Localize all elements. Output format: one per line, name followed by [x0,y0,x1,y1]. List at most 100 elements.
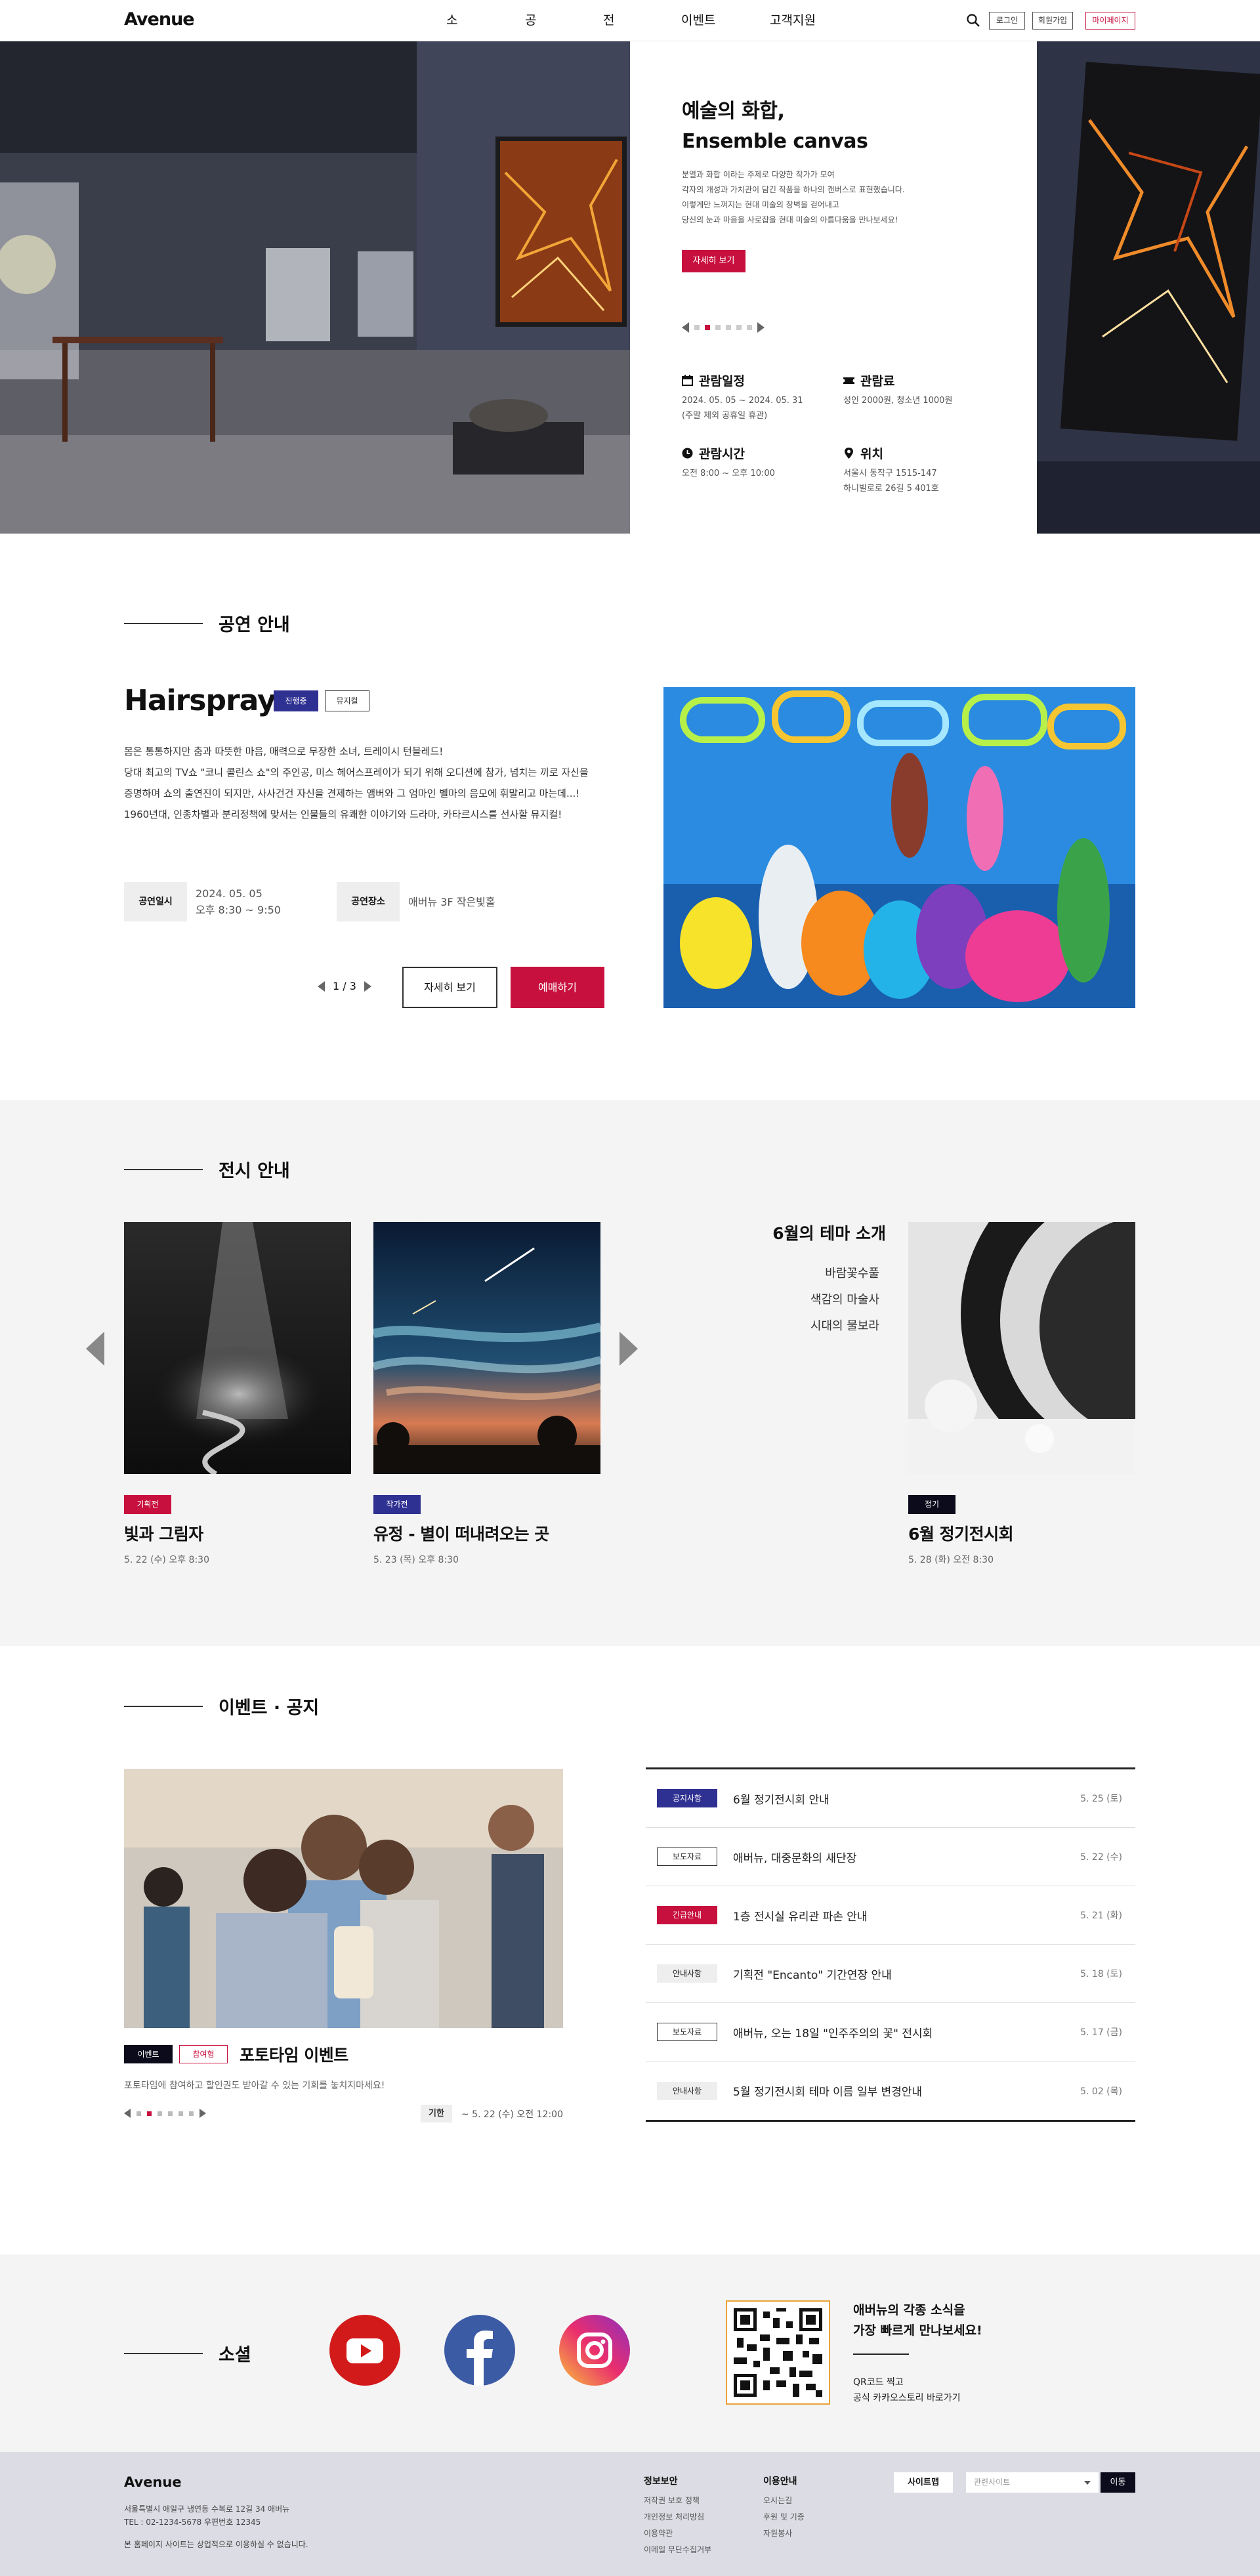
info-hours-text: 오전 8:00 ~ 오후 10:00 [682,469,775,478]
login-button[interactable]: 로그인 [989,12,1025,30]
notice-title[interactable]: 애버뉴, 오는 18일 "인주주의의 꽃" 전시회 [733,2024,933,2040]
qr-subtitle: QR코드 찍고 공식 카카오스토리 바로가기 [853,2377,961,2403]
event-dot-active[interactable] [147,2111,152,2116]
exhibition-card[interactable]: 정기 6월 정기전시회 5. 28 (화) 오전 8:30 [908,1222,1135,1566]
desc-line: 1960년대, 인종차별과 분리정책에 맞서는 인물들의 유쾌한 이야기와 드라… [124,809,562,820]
performance-next-icon[interactable] [364,981,371,992]
hero-detail-button[interactable]: 자세히 보기 [682,250,746,272]
notice-tag: 공지사항 [657,1789,717,1807]
place-value: 애버뉴 3F 작은빛홀 [408,895,495,908]
notice-row[interactable]: 안내사항 5월 정기전시회 테마 이름 일부 변경안내 5. 02 (목) [646,2061,1135,2120]
site-logo[interactable]: Avenue [124,9,195,30]
notice-row[interactable]: 공지사항 6월 정기전시회 안내 5. 25 (토) [646,1769,1135,1828]
hero-next-icon[interactable] [757,322,765,333]
theme-item[interactable]: 바람꽃수풀 [810,1261,879,1287]
footer-logo[interactable]: Avenue [124,2474,182,2490]
notice-tag: 보도자료 [657,2023,717,2041]
exhibition-next-icon[interactable] [620,1332,638,1366]
exhibition-date: 5. 22 (수) 오후 8:30 [124,1555,209,1565]
facebook-icon[interactable] [444,2315,515,2386]
date-value: 2024. 05. 05 오후 8:30 ~ 9:50 [196,887,281,916]
performance-section-title: 공연 안내 [219,615,290,635]
footer-link[interactable]: 자원봉사 [763,2525,805,2542]
event-image[interactable] [124,1769,563,2028]
desc-line: 당대 최고의 TV쇼 "코니 콜린스 쇼"의 주인공, 미스 헤어스프레이가 되… [124,767,589,778]
hero-title-line2: Ensemble canvas [682,130,868,153]
footer-link[interactable]: 이용약관 [644,2525,711,2542]
notice-tag: 긴급안내 [657,1906,717,1924]
performance-tags: 진행중 뮤지컬 [274,690,369,711]
exhibition-prev-icon[interactable] [86,1332,104,1366]
kakaostory-qr-code[interactable] [726,2300,830,2405]
footer-link[interactable]: 오시는길 [763,2493,805,2509]
reserve-button[interactable]: 예매하기 [511,967,604,1008]
deadline-value: ~ 5. 22 (수) 오전 12:00 [461,2109,563,2120]
social-section-title: 소셜 [219,2345,251,2365]
search-icon[interactable] [966,13,980,28]
heading-line [124,2352,203,2354]
performance-title[interactable]: Hairspray [124,684,276,717]
hero-dot[interactable] [726,325,731,330]
hero-dot[interactable] [715,325,721,330]
notice-tag: 안내사항 [657,1964,717,1983]
sitemap-button[interactable]: 사이트맵 [894,2472,953,2493]
theme-item[interactable]: 시대의 물보라 [810,1313,879,1340]
go-button[interactable]: 이동 [1101,2472,1135,2493]
footer-link[interactable]: 저작권 보호 정책 [644,2493,711,2509]
notice-title[interactable]: 1층 전시실 유리관 파손 안내 [733,1907,867,1924]
notice-tag: 안내사항 [657,2081,717,2100]
performance-detail-button[interactable]: 자세히 보기 [402,967,497,1008]
notice-row[interactable]: 보도자료 애버뉴, 대중문화의 새단장 5. 22 (수) [646,1828,1135,1886]
location-pin-icon [845,448,853,459]
notice-title[interactable]: 5월 정기전시회 테마 이름 일부 변경안내 [733,2082,922,2099]
hero-dot[interactable] [694,325,700,330]
notice-title[interactable]: 애버뉴, 대중문화의 새단장 [733,1849,856,1865]
event-dot[interactable] [189,2111,194,2116]
notice-row[interactable]: 보도자료 애버뉴, 오는 18일 "인주주의의 꽃" 전시회 5. 17 (금) [646,2003,1135,2061]
event-dot[interactable] [168,2111,173,2116]
hero-title-line1: 예술의 화합, [682,100,785,123]
nav-support[interactable]: 고객지원 [770,0,822,41]
events-section-heading: 이벤트 · 공지 [124,1693,319,1719]
info-schedule-title: 관람일정 [699,374,745,389]
desc-line: 몸은 통통하지만 춤과 따뜻한 마음, 매력으로 무장한 소녀, 트레이시 턴블… [124,746,444,757]
instagram-icon[interactable] [559,2315,630,2386]
notice-date: 5. 21 (화) [1080,1911,1122,1921]
notice-date: 5. 17 (금) [1080,2027,1122,2038]
event-dot[interactable] [178,2111,183,2116]
mypage-button[interactable]: 마이페이지 [1085,12,1135,30]
footer-link[interactable]: 이메일 무단수집거부 [644,2542,711,2558]
performance-prev-icon[interactable] [318,981,325,992]
exhibition-date: 5. 28 (화) 오전 8:30 [908,1555,994,1565]
event-prev-icon[interactable] [124,2109,131,2118]
notice-title[interactable]: 6월 정기전시회 안내 [733,1790,830,1807]
qr-divider [853,2354,909,2355]
notice-title[interactable]: 기획전 "Encanto" 기간연장 안내 [733,1966,892,1982]
notice-row[interactable]: 안내사항 기획전 "Encanto" 기간연장 안내 5. 18 (토) [646,1945,1135,2003]
event-dot[interactable] [158,2111,162,2116]
signup-button[interactable]: 회원가입 [1032,12,1073,30]
exhibition-card[interactable]: 작가전 유정 - 별이 떠내려오는 곳 5. 23 (목) 오후 8:30 [373,1222,600,1566]
hero-dot[interactable] [747,325,752,330]
notice-row[interactable]: 긴급안내 1층 전시실 유리관 파손 안내 5. 21 (화) [646,1886,1135,1945]
heading-line [124,1168,203,1170]
event-dot[interactable] [136,2111,141,2116]
event-next-icon[interactable] [200,2109,206,2118]
footer-link[interactable]: 후원 및 기증 [763,2509,805,2525]
theme-item[interactable]: 색감의 마술사 [810,1287,879,1313]
related-site-select[interactable]: 관련사이트 [966,2472,1099,2493]
calendar-icon [682,375,693,386]
youtube-icon[interactable] [329,2315,400,2386]
footer-col-guide: 이용안내 오시는길 후원 및 기증 자원봉사 [763,2474,805,2542]
footer-link[interactable]: 개인정보 처리방침 [644,2509,711,2525]
event-deadline: 기한 ~ 5. 22 (수) 오전 12:00 [421,2105,563,2122]
exhibition-tag: 기획전 [124,1495,171,1514]
hero-dot[interactable] [736,325,742,330]
hero-title: 예술의 화합, Ensemble canvas [682,96,868,157]
hero-prev-icon[interactable] [682,322,689,333]
event-title[interactable]: 포토타임 이벤트 [240,2042,348,2066]
hero-description: 분열과 화합 이라는 주제로 다양한 작가가 모여 각자의 개성과 가치관이 담… [682,170,905,224]
exhibition-card[interactable]: 기획전 빛과 그림자 5. 22 (수) 오후 8:30 [124,1222,351,1566]
nav-event[interactable]: 이벤트 [681,0,721,41]
hero-dot-active[interactable] [705,325,710,330]
